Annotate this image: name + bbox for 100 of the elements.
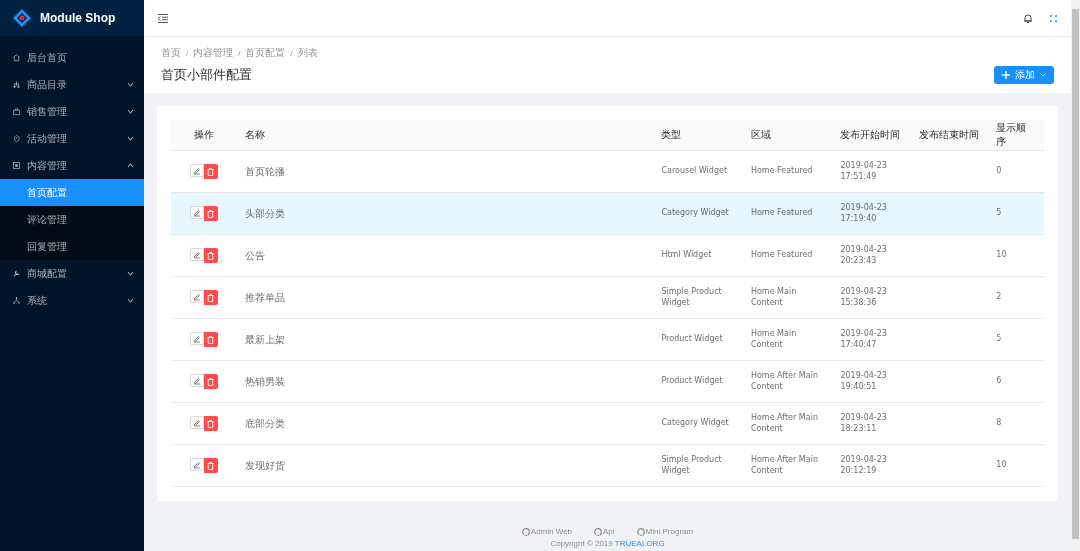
region-cell: Home Featured bbox=[742, 192, 833, 235]
menu-item[interactable]: 商品目录 bbox=[0, 71, 144, 98]
submenu-item[interactable]: 回复管理 bbox=[0, 233, 144, 260]
square-icon bbox=[12, 161, 21, 170]
trash-icon bbox=[207, 167, 215, 176]
delete-button[interactable] bbox=[203, 416, 218, 431]
menu-item[interactable]: 商城配置 bbox=[0, 260, 144, 287]
apps-icon[interactable] bbox=[1050, 14, 1057, 22]
copyright-text: Copyright © 2019 TRUEAI.ORG bbox=[550, 539, 665, 548]
start-time-cell: 2019-04-23 19:40:51 bbox=[832, 360, 912, 403]
name-cell: 最新上架 bbox=[236, 318, 654, 361]
brand-name: Module Shop bbox=[40, 11, 116, 25]
delete-button[interactable] bbox=[203, 248, 218, 263]
name-cell: 热销男装 bbox=[236, 360, 654, 403]
chevron-down-icon bbox=[127, 109, 134, 114]
delete-button[interactable] bbox=[203, 206, 218, 221]
menu-item[interactable]: 后台首页 bbox=[0, 44, 144, 71]
column-header: 操作 bbox=[171, 120, 237, 151]
wrench-icon bbox=[12, 269, 21, 278]
type-cell: Category Widget bbox=[653, 402, 743, 445]
delete-button[interactable] bbox=[203, 332, 218, 347]
menu-item[interactable]: 销售管理 bbox=[0, 98, 144, 125]
type-cell: Category Widget bbox=[653, 192, 743, 235]
region-cell: Home After Main Content bbox=[742, 444, 833, 487]
order-cell: 0 bbox=[988, 150, 1044, 193]
type-cell: Product Widget bbox=[653, 318, 743, 361]
edit-button[interactable] bbox=[189, 248, 204, 261]
order-cell: 10 bbox=[988, 444, 1044, 487]
trash-icon bbox=[207, 251, 215, 260]
column-header: 发布结束时间 bbox=[911, 120, 989, 151]
edit-button[interactable] bbox=[189, 290, 204, 303]
type-cell: Simple Product Widget bbox=[653, 276, 743, 319]
start-time-cell: 2019-04-23 20:12:19 bbox=[832, 444, 912, 487]
order-cell: 2 bbox=[988, 276, 1044, 319]
name-cell: 发现好货 bbox=[236, 444, 654, 487]
pencil-icon bbox=[192, 376, 201, 385]
breadcrumb-separator: / bbox=[238, 48, 241, 58]
submenu-item[interactable]: 评论管理 bbox=[0, 206, 144, 233]
pencil-icon bbox=[192, 460, 201, 469]
pencil-icon bbox=[192, 166, 201, 175]
delete-button[interactable] bbox=[203, 458, 218, 473]
edit-button[interactable] bbox=[189, 458, 204, 471]
network-icon bbox=[12, 296, 21, 305]
hierarchy-icon bbox=[12, 80, 21, 89]
github-icon bbox=[594, 527, 603, 536]
tag-icon bbox=[12, 134, 21, 143]
type-cell: Product Widget bbox=[653, 360, 743, 403]
type-cell: Simple Product Widget bbox=[653, 444, 743, 487]
name-cell: 底部分类 bbox=[236, 402, 654, 445]
column-header: 区域 bbox=[742, 120, 833, 151]
edit-button[interactable] bbox=[189, 416, 204, 429]
github-icon bbox=[636, 527, 645, 536]
column-header: 名称 bbox=[236, 120, 654, 151]
order-cell: 6 bbox=[988, 360, 1044, 403]
edit-button[interactable] bbox=[189, 164, 204, 177]
column-header: 类型 bbox=[653, 120, 743, 151]
edit-button[interactable] bbox=[189, 374, 204, 387]
chevron-down-icon bbox=[127, 136, 134, 141]
delete-button[interactable] bbox=[203, 164, 218, 179]
region-cell: Home After Main Content bbox=[742, 402, 833, 445]
chevron-down-icon bbox=[127, 271, 134, 276]
name-cell: 首页轮播 bbox=[236, 150, 654, 193]
edit-button[interactable] bbox=[189, 332, 204, 345]
start-time-cell: 2019-04-23 17:51:49 bbox=[832, 150, 912, 193]
menu-item[interactable]: 系统 bbox=[0, 287, 144, 314]
trash-icon bbox=[207, 461, 215, 470]
breadcrumb-separator: / bbox=[290, 48, 293, 58]
order-cell: 5 bbox=[988, 318, 1044, 361]
pencil-icon bbox=[192, 418, 201, 427]
region-cell: Home Featured bbox=[742, 150, 833, 193]
name-cell: 公告 bbox=[236, 234, 654, 277]
caret-icon bbox=[1040, 73, 1046, 77]
start-time-cell: 2019-04-23 17:40:47 bbox=[832, 318, 912, 361]
name-cell: 头部分类 bbox=[236, 192, 654, 235]
name-cell: 推荐单品 bbox=[236, 276, 654, 319]
start-time-cell: 2019-04-23 17:19:40 bbox=[832, 192, 912, 235]
start-time-cell: 2019-04-23 15:38:36 bbox=[832, 276, 912, 319]
delete-button[interactable] bbox=[203, 290, 218, 305]
region-cell: Home Main Content bbox=[742, 318, 833, 361]
order-cell: 10 bbox=[988, 234, 1044, 277]
home-icon bbox=[12, 53, 21, 62]
scrollbar[interactable] bbox=[1071, 0, 1080, 551]
pencil-icon bbox=[192, 334, 201, 343]
menu-item[interactable]: 内容管理 bbox=[0, 152, 144, 179]
github-icon bbox=[521, 527, 530, 536]
type-cell: Html Widget bbox=[653, 234, 743, 277]
edit-button[interactable] bbox=[189, 206, 204, 219]
pencil-icon bbox=[192, 250, 201, 259]
order-cell: 8 bbox=[988, 402, 1044, 445]
start-time-cell: 2019-04-23 18:23:11 bbox=[832, 402, 912, 445]
start-time-cell: 2019-04-23 20:23:43 bbox=[832, 234, 912, 277]
bell-icon[interactable] bbox=[1024, 13, 1032, 23]
breadcrumb-item: 列表 bbox=[297, 46, 318, 60]
menu-item[interactable]: 活动管理 bbox=[0, 125, 144, 152]
delete-button[interactable] bbox=[203, 374, 218, 389]
bag-icon bbox=[12, 107, 21, 116]
pencil-icon bbox=[192, 292, 201, 301]
logo-icon bbox=[12, 8, 32, 28]
menu-fold-icon[interactable] bbox=[158, 13, 168, 23]
column-header: 发布开始时间 bbox=[832, 120, 912, 151]
